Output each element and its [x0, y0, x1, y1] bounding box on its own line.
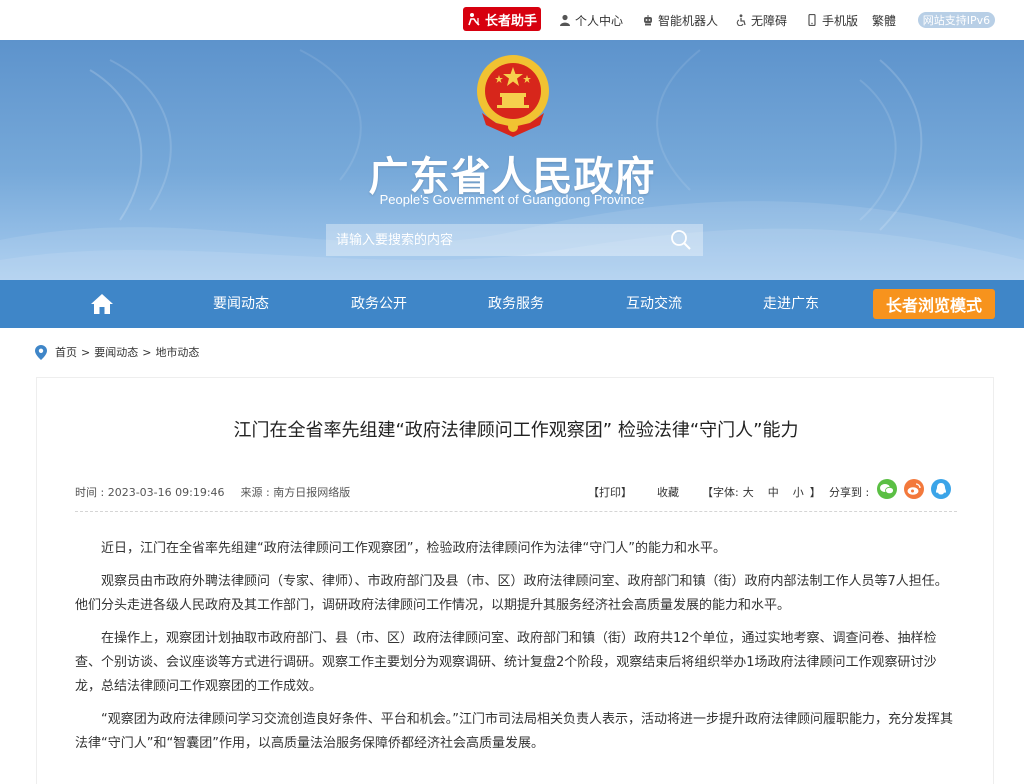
elder-assistant-button[interactable]: 长者助手	[463, 7, 541, 31]
elder-mode-button[interactable]: 长者浏览模式	[873, 289, 995, 319]
font-medium-button[interactable]: 中	[768, 484, 779, 500]
accessibility-label: 无障碍	[751, 13, 788, 28]
article-card: 江门在全省率先组建“政府法律顾问工作观察团” 检验法律“守门人”能力 时间 : …	[36, 377, 994, 784]
nav-item-news[interactable]: 要闻动态	[191, 280, 291, 328]
weibo-icon	[907, 483, 921, 495]
article-title: 江门在全省率先组建“政府法律顾问工作观察团” 检验法律“守门人”能力	[233, 420, 799, 441]
search-input[interactable]	[326, 224, 659, 256]
share-wechat-button[interactable]	[877, 479, 897, 499]
article-meta: 时间 : 2023-03-16 09:19:46 来源 : 南方日报网络版	[75, 484, 350, 500]
elder-icon	[468, 13, 480, 26]
mobile-icon	[808, 14, 816, 26]
favorite-link[interactable]: 收藏	[657, 482, 679, 502]
meta-divider	[75, 511, 957, 512]
breadcrumb-separator: >	[142, 345, 152, 359]
print-link[interactable]: 【打印】	[588, 482, 632, 502]
mobile-label: 手机版	[822, 13, 859, 28]
nav-item-about-guangdong[interactable]: 走进广东	[741, 280, 841, 328]
accessibility-link[interactable]: 无障碍	[735, 11, 787, 29]
wechat-icon	[880, 484, 894, 495]
breadcrumb: 首页 > 要闻动态 > 地市动态	[35, 343, 199, 361]
breadcrumb-news[interactable]: 要闻动态	[94, 344, 138, 360]
robot-label: 智能机器人	[658, 13, 719, 28]
nav-item-services[interactable]: 政务服务	[466, 280, 566, 328]
traditional-label: 繁體	[872, 13, 897, 28]
share-weibo-button[interactable]	[904, 479, 924, 499]
elder-assistant-label: 长者助手	[484, 13, 537, 29]
publish-time: 时间 : 2023-03-16 09:19:46	[75, 486, 225, 499]
article-paragraph: “观察团为政府法律顾问学习交流创造良好条件、平台和机会。”江门市司法局相关负责人…	[75, 712, 953, 751]
font-large-button[interactable]: 大	[743, 484, 754, 500]
font-size-end: 】	[809, 486, 821, 499]
article-paragraph: 观察员由市政府外聘法律顾问（专家、律师）、市政府部门及县（市、区）政府法律顾问室…	[75, 574, 948, 613]
user-icon	[560, 14, 570, 26]
article-source: 来源 : 南方日报网络版	[240, 486, 351, 499]
national-emblem-icon	[477, 55, 549, 137]
font-small-button[interactable]: 小	[793, 484, 804, 500]
ipv6-badge: 网站支持IPv6	[918, 12, 995, 28]
share-label: 分享到 :	[829, 486, 870, 499]
search-bar	[326, 224, 703, 256]
personal-center-link[interactable]: 个人中心	[559, 11, 623, 29]
nav-item-government-affairs[interactable]: 政务公开	[329, 280, 429, 328]
article-paragraph: 在操作上，观察团计划抽取市政府部门、县（市、区）政府法律顾问室、政府部门和镇（街…	[75, 631, 937, 694]
nav-item-interaction[interactable]: 互动交流	[604, 280, 704, 328]
mobile-link[interactable]: 手机版	[806, 11, 858, 29]
site-subtitle: People's Government of Guangdong Provinc…	[379, 192, 645, 207]
top-utility-bar: 长者助手 个人中心 智能机器人 无障碍 手机版 繁體 网站支持IPv6	[0, 0, 1024, 40]
qq-icon	[936, 483, 946, 495]
site-banner: 广东省人民政府 People's Government of Guangdong…	[0, 40, 1024, 280]
breadcrumb-home[interactable]: 首页	[55, 344, 77, 360]
article-body: 近日，江门在全省率先组建“政府法律顾问工作观察团”，检验政府法律顾问作为法律“守…	[75, 537, 957, 765]
traditional-chinese-link[interactable]: 繁體	[872, 11, 896, 29]
personal-center-label: 个人中心	[575, 13, 624, 28]
search-icon	[671, 230, 691, 250]
breadcrumb-local-news[interactable]: 地市动态	[155, 344, 199, 360]
robot-link[interactable]: 智能机器人	[642, 11, 718, 29]
font-size-label: 【字体:	[702, 486, 739, 499]
home-icon[interactable]	[90, 292, 114, 316]
accessibility-icon	[736, 14, 746, 26]
font-size-control: 【字体: 大 中 小 】	[702, 482, 821, 502]
share-qq-button[interactable]	[931, 479, 951, 499]
article-paragraph: 近日，江门在全省率先组建“政府法律顾问工作观察团”，检验政府法律顾问作为法律“守…	[101, 541, 726, 556]
location-pin-icon	[35, 344, 47, 360]
favorite-label: 收藏	[657, 486, 679, 499]
robot-icon	[644, 15, 652, 26]
print-label: 【打印】	[588, 486, 632, 499]
search-button[interactable]	[659, 224, 703, 256]
main-nav: 要闻动态 政务公开 政务服务 互动交流 走进广东 长者浏览模式	[0, 280, 1024, 328]
breadcrumb-separator: >	[81, 345, 91, 359]
